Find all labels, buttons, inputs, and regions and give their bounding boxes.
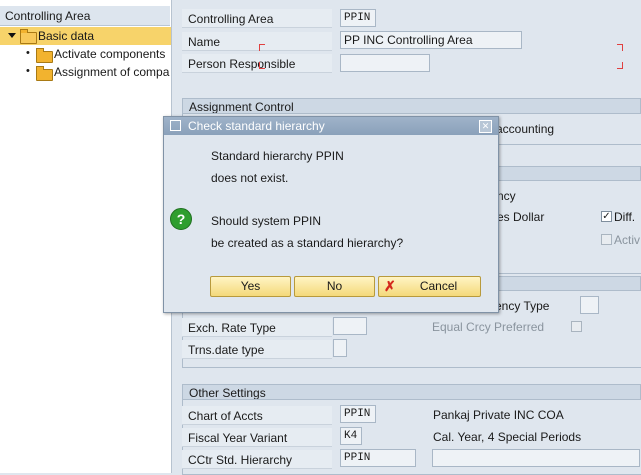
cancel-button-label: Cancel xyxy=(419,279,458,293)
tree-item-label: Activate components xyxy=(54,47,166,61)
activ-label: Activ xyxy=(614,233,641,247)
fiscal-year-variant-description: Cal. Year, 4 Special Periods xyxy=(433,430,582,444)
cctr-std-hierarchy-field[interactable]: PPIN xyxy=(340,449,416,467)
name-label: Name xyxy=(182,32,332,51)
dialog-question-line: Should system PPIN xyxy=(211,214,322,228)
focus-marker-icon xyxy=(259,44,265,51)
currency-type-label: ency Type xyxy=(495,299,550,313)
folder-open-icon xyxy=(20,29,37,44)
exch-rate-type-field[interactable] xyxy=(333,317,367,335)
tree-item-label: Assignment of compa xyxy=(54,65,170,79)
currency-text: ncy xyxy=(497,189,516,203)
controlling-area-field[interactable]: PPIN xyxy=(340,9,376,27)
fiscal-year-variant-field[interactable]: K4 xyxy=(340,427,362,445)
person-responsible-field[interactable] xyxy=(340,54,430,72)
dialog-message-line: Standard hierarchy PPIN xyxy=(211,149,344,163)
currency-type-field[interactable] xyxy=(580,296,599,314)
navigation-tree: Controlling Area Basic data • Activate c… xyxy=(0,0,172,473)
question-icon: ? xyxy=(170,208,192,230)
focus-marker-icon xyxy=(617,62,623,69)
fiscal-year-variant-label: Fiscal Year Variant xyxy=(182,428,332,447)
name-field[interactable]: PP INC Controlling Area xyxy=(340,31,522,49)
diff-checkbox[interactable]: ✓ xyxy=(601,211,612,222)
tree-item-assignment[interactable]: • Assignment of compa xyxy=(0,63,171,81)
equal-crcy-preferred-label: Equal Crcy Preferred xyxy=(432,320,545,334)
currency-dollar-text: es Dollar xyxy=(497,210,545,224)
person-responsible-label: Person Responsible xyxy=(182,54,332,73)
focus-marker-icon xyxy=(617,44,623,51)
dialog-message-line: does not exist. xyxy=(211,171,289,185)
folder-icon xyxy=(36,66,53,81)
focus-marker-icon xyxy=(259,62,265,69)
diff-label: Diff. xyxy=(614,210,636,224)
yes-button[interactable]: Yes xyxy=(210,276,291,297)
cctr-std-hierarchy-description xyxy=(432,449,640,467)
tree-item-activate-components[interactable]: • Activate components xyxy=(0,45,171,63)
assignment-control-title: Assignment Control xyxy=(182,98,641,114)
cancel-button[interactable]: ✗ Cancel xyxy=(378,276,481,297)
folder-icon xyxy=(36,48,53,63)
equal-crcy-preferred-checkbox[interactable] xyxy=(571,321,582,332)
other-settings-title: Other Settings xyxy=(182,384,641,400)
window-icon xyxy=(170,120,181,131)
bullet-icon: • xyxy=(26,65,30,77)
close-icon[interactable]: ✕ xyxy=(479,120,492,133)
dialog-title-bar[interactable]: Check standard hierarchy ✕ xyxy=(164,117,498,135)
expand-arrow-icon[interactable] xyxy=(8,33,16,38)
exch-rate-type-label: Exch. Rate Type xyxy=(182,318,332,337)
accounting-text: accounting xyxy=(496,122,555,136)
trns-date-type-field[interactable] xyxy=(333,339,347,357)
tree-item-basic-data[interactable]: Basic data xyxy=(0,27,171,45)
no-button[interactable]: No xyxy=(294,276,375,297)
tree-header: Controlling Area xyxy=(0,6,170,26)
controlling-area-label: Controlling Area xyxy=(182,9,332,28)
tree-header-label: Controlling Area xyxy=(5,9,91,23)
cctr-std-hierarchy-label: CCtr Std. Hierarchy xyxy=(182,450,332,469)
chart-of-accts-description: Pankaj Private INC COA xyxy=(433,408,564,422)
dialog-title: Check standard hierarchy xyxy=(188,119,325,133)
check-standard-hierarchy-dialog: Check standard hierarchy ✕ Standard hier… xyxy=(163,116,499,313)
trns-date-type-label: Trns.date type xyxy=(182,340,332,359)
activ-checkbox[interactable] xyxy=(601,234,612,245)
tree-item-label: Basic data xyxy=(38,29,95,43)
cancel-x-icon: ✗ xyxy=(384,278,396,294)
dialog-question-line: be created as a standard hierarchy? xyxy=(211,236,404,250)
chart-of-accts-field[interactable]: PPIN xyxy=(340,405,376,423)
chart-of-accts-label: Chart of Accts xyxy=(182,406,332,425)
bullet-icon: • xyxy=(26,47,30,59)
